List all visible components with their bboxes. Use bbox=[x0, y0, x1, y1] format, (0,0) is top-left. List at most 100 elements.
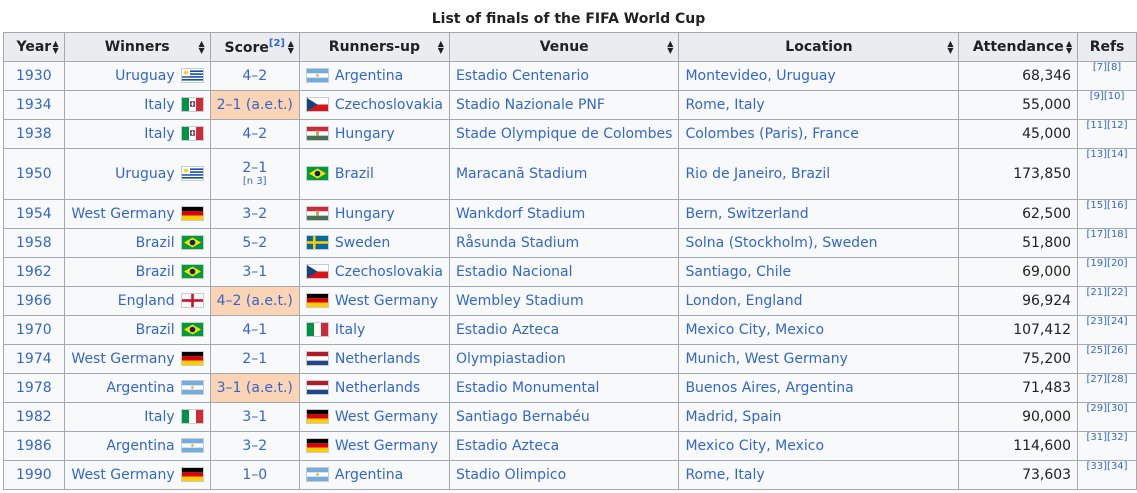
location-link[interactable]: Solna (Stockholm), Sweden bbox=[685, 235, 877, 251]
footnote-link[interactable]: [2] bbox=[269, 38, 285, 49]
location-link[interactable]: Madrid, Spain bbox=[685, 409, 781, 425]
location-link[interactable]: Santiago, Chile bbox=[685, 264, 791, 280]
header-winners[interactable]: Winners ▲ ▼ bbox=[63, 32, 211, 62]
sort-icon[interactable]: ▲ ▼ bbox=[1066, 40, 1072, 55]
venue-link[interactable]: Wembley Stadium bbox=[456, 293, 584, 309]
score-link[interactable]: 3–2 bbox=[217, 438, 293, 454]
runner-up-link[interactable]: Netherlands bbox=[335, 351, 420, 367]
score-link[interactable]: 4–2 bbox=[217, 68, 293, 84]
location-link[interactable]: Montevideo, Uruguay bbox=[685, 68, 835, 84]
winner-link[interactable]: West Germany bbox=[71, 467, 174, 483]
year-link[interactable]: 1986 bbox=[16, 438, 52, 454]
venue-link[interactable]: Estadio Nacional bbox=[456, 264, 573, 280]
reference-link[interactable]: [11][12] bbox=[1087, 120, 1128, 131]
score-link[interactable]: 4–2 (a.e.t.) bbox=[217, 293, 293, 309]
winner-link[interactable]: Brazil bbox=[136, 264, 175, 280]
reference-link[interactable]: [7][8] bbox=[1093, 62, 1121, 73]
italy-royal-flag[interactable] bbox=[180, 97, 204, 112]
germany-flag[interactable] bbox=[180, 467, 204, 482]
winner-link[interactable]: West Germany bbox=[71, 351, 174, 367]
winner-link[interactable]: Italy bbox=[144, 409, 174, 425]
sort-icon[interactable]: ▲ ▼ bbox=[667, 40, 673, 55]
reference-link[interactable]: [29][30] bbox=[1087, 403, 1128, 414]
score-link[interactable]: 3–2 bbox=[217, 206, 293, 222]
year-link[interactable]: 1978 bbox=[16, 380, 52, 396]
reference-link[interactable]: [13][14] bbox=[1087, 149, 1128, 160]
runner-up-link[interactable]: Argentina bbox=[335, 467, 403, 483]
winner-link[interactable]: England bbox=[118, 293, 175, 309]
location-link[interactable]: Mexico City, Mexico bbox=[685, 322, 824, 338]
score-link[interactable]: 3–1 bbox=[217, 264, 293, 280]
year-link[interactable]: 1966 bbox=[16, 293, 52, 309]
year-link[interactable]: 1958 bbox=[16, 235, 52, 251]
netherlands-flag[interactable] bbox=[305, 351, 329, 366]
runner-up-link[interactable]: West Germany bbox=[335, 409, 438, 425]
score-link[interactable]: 4–2 bbox=[217, 126, 293, 142]
winner-link[interactable]: Uruguay bbox=[115, 166, 175, 182]
header-score[interactable]: Score[2] ▲ ▼ bbox=[209, 32, 300, 62]
winner-link[interactable]: Italy bbox=[144, 126, 174, 142]
score-link[interactable]: 2–1 bbox=[217, 160, 293, 176]
winner-link[interactable]: Brazil bbox=[136, 235, 175, 251]
location-link[interactable]: Bern, Switzerland bbox=[685, 206, 808, 222]
venue-link[interactable]: Stade Olympique de Colombes bbox=[456, 126, 673, 142]
netherlands-flag[interactable] bbox=[305, 380, 329, 395]
winner-link[interactable]: West Germany bbox=[71, 206, 174, 222]
winner-link[interactable]: Argentina bbox=[106, 438, 174, 454]
location-link[interactable]: Munich, West Germany bbox=[685, 351, 847, 367]
venue-link[interactable]: Santiago Bernabéu bbox=[456, 409, 590, 425]
winner-link[interactable]: Uruguay bbox=[115, 68, 175, 84]
venue-link[interactable]: Estadio Azteca bbox=[456, 322, 559, 338]
header-runners-up[interactable]: Runners-up ▲ ▼ bbox=[298, 32, 450, 62]
reference-link[interactable]: [27][28] bbox=[1087, 374, 1128, 385]
year-link[interactable]: 1970 bbox=[16, 322, 52, 338]
location-link[interactable]: Mexico City, Mexico bbox=[685, 438, 824, 454]
venue-link[interactable]: Maracanã Stadium bbox=[456, 166, 587, 182]
location-link[interactable]: Colombes (Paris), France bbox=[685, 126, 858, 142]
runner-up-link[interactable]: Italy bbox=[335, 322, 365, 338]
header-venue[interactable]: Venue ▲ ▼ bbox=[448, 32, 680, 62]
brazil-flag[interactable] bbox=[180, 322, 204, 337]
runner-up-link[interactable]: Czechoslovakia bbox=[335, 97, 443, 113]
reference-link[interactable]: [31][32] bbox=[1087, 432, 1128, 443]
year-link[interactable]: 1950 bbox=[16, 166, 52, 182]
czechoslovakia-flag[interactable] bbox=[305, 264, 329, 279]
runner-up-link[interactable]: Hungary bbox=[335, 126, 395, 142]
sweden-flag[interactable] bbox=[305, 235, 329, 250]
year-link[interactable]: 1938 bbox=[16, 126, 52, 142]
header-location[interactable]: Location ▲ ▼ bbox=[678, 32, 960, 62]
year-link[interactable]: 1982 bbox=[16, 409, 52, 425]
year-link[interactable]: 1930 bbox=[16, 68, 52, 84]
hungary-flag[interactable] bbox=[305, 126, 329, 141]
venue-link[interactable]: Estadio Centenario bbox=[456, 68, 589, 84]
year-link[interactable]: 1974 bbox=[16, 351, 52, 367]
sort-icon[interactable]: ▲ ▼ bbox=[53, 40, 59, 55]
score-link[interactable]: 3–1 (a.e.t.) bbox=[217, 380, 293, 396]
venue-link[interactable]: Råsunda Stadium bbox=[456, 235, 579, 251]
reference-link[interactable]: [19][20] bbox=[1087, 258, 1128, 269]
runner-up-link[interactable]: Hungary bbox=[335, 206, 395, 222]
runner-up-link[interactable]: West Germany bbox=[335, 438, 438, 454]
argentina-flag[interactable] bbox=[305, 68, 329, 83]
germany-flag[interactable] bbox=[305, 409, 329, 424]
venue-link[interactable]: Wankdorf Stadium bbox=[456, 206, 585, 222]
venue-link[interactable]: Stadio Nazionale PNF bbox=[456, 97, 605, 113]
sort-icon[interactable]: ▲ ▼ bbox=[198, 40, 204, 55]
czechoslovakia-flag[interactable] bbox=[305, 97, 329, 112]
runner-up-link[interactable]: Brazil bbox=[335, 166, 374, 182]
score-link[interactable]: 4–1 bbox=[217, 322, 293, 338]
venue-link[interactable]: Estadio Monumental bbox=[456, 380, 599, 396]
hungary-flag[interactable] bbox=[305, 206, 329, 221]
runner-up-link[interactable]: Argentina bbox=[335, 68, 403, 84]
germany-flag[interactable] bbox=[305, 438, 329, 453]
year-link[interactable]: 1962 bbox=[16, 264, 52, 280]
germany-flag[interactable] bbox=[305, 293, 329, 308]
location-link[interactable]: Rio de Janeiro, Brazil bbox=[685, 166, 830, 182]
location-link[interactable]: London, England bbox=[685, 293, 802, 309]
location-link[interactable]: Rome, Italy bbox=[685, 97, 764, 113]
brazil-flag[interactable] bbox=[305, 166, 329, 181]
uruguay-flag[interactable] bbox=[180, 68, 204, 83]
location-link[interactable]: Buenos Aires, Argentina bbox=[685, 380, 853, 396]
winner-link[interactable]: Argentina bbox=[106, 380, 174, 396]
england-flag[interactable] bbox=[180, 293, 204, 308]
